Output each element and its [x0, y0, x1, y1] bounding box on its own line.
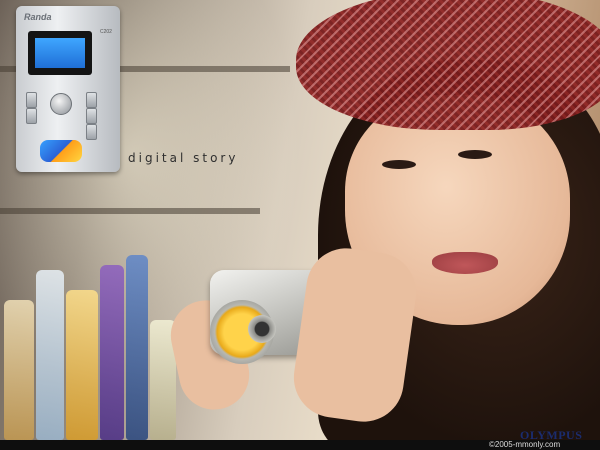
- perfume-bottle: [4, 300, 34, 440]
- perfume-bottle: [126, 255, 148, 440]
- device-model-label: C202: [100, 29, 112, 35]
- perfume-bottle: [36, 270, 64, 440]
- device-button: [86, 108, 97, 124]
- device-button: [86, 124, 97, 140]
- glass-shelf: [0, 208, 260, 214]
- perfume-bottle: [66, 290, 98, 440]
- copyright-text: ©2005-mmonly.com: [489, 440, 561, 449]
- camera-viewfinder: [248, 315, 276, 343]
- device-joystick: [50, 93, 72, 115]
- advertisement-photo: Randa C202 digital story: [0, 0, 600, 440]
- device-button: [26, 108, 37, 124]
- device-button: [86, 92, 97, 108]
- eye: [458, 150, 492, 159]
- perfume-bottle: [100, 265, 124, 440]
- tagline: digital story: [128, 151, 239, 165]
- device-sticker: [40, 140, 82, 162]
- knit-hat-mesh: [296, 0, 600, 130]
- lips: [432, 252, 498, 274]
- eye: [382, 160, 416, 169]
- device-button: [26, 92, 37, 108]
- device-lcd: [35, 38, 85, 68]
- device-brand-label: Randa: [24, 12, 52, 22]
